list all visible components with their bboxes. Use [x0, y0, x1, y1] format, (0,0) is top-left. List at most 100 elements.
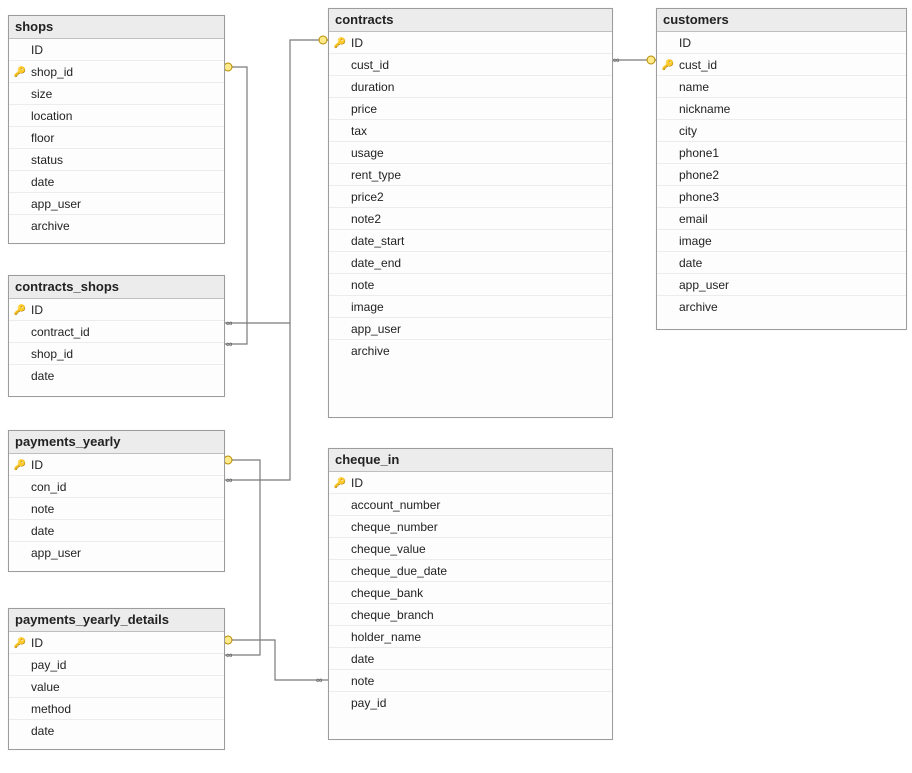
table-column[interactable]: 🔑ID	[9, 454, 224, 476]
table-column[interactable]: price	[329, 98, 612, 120]
table-column[interactable]: app_user	[329, 318, 612, 340]
table-column[interactable]: name	[657, 76, 906, 98]
column-name: ID	[31, 43, 224, 57]
table-contracts_shops[interactable]: contracts_shops🔑ID contract_id shop_iddate	[8, 275, 225, 397]
table-column[interactable]: cheque_due_date	[329, 560, 612, 582]
column-name: app_user	[351, 322, 612, 336]
table-column[interactable]: date	[9, 171, 224, 193]
column-name: cust_id	[679, 58, 906, 72]
table-column[interactable]: shop_id	[9, 343, 224, 365]
table-column[interactable]: note	[329, 274, 612, 296]
table-column[interactable]: image	[329, 296, 612, 318]
key-icon: 🔑	[334, 478, 346, 489]
table-header[interactable]: payments_yearly_details	[9, 609, 224, 632]
primary-key-icon: 🔑	[329, 37, 351, 49]
table-column[interactable]: pay_id	[9, 654, 224, 676]
table-payments_yearly[interactable]: payments_yearly🔑IDcon_idnote date app_user	[8, 430, 225, 572]
column-name: pay_id	[351, 696, 612, 710]
table-column[interactable]: method	[9, 698, 224, 720]
table-column[interactable]: date	[9, 365, 224, 386]
table-column[interactable]: date_end	[329, 252, 612, 274]
table-column[interactable]: 🔑cust_id	[657, 54, 906, 76]
table-column[interactable]: app_user	[9, 542, 224, 563]
table-column[interactable]: date_start	[329, 230, 612, 252]
table-column[interactable]: size	[9, 83, 224, 105]
table-column[interactable]: email	[657, 208, 906, 230]
column-name: price2	[351, 190, 612, 204]
table-column[interactable]: value	[9, 676, 224, 698]
svg-text:∞: ∞	[613, 55, 619, 65]
table-header[interactable]: shops	[9, 16, 224, 39]
table-contracts[interactable]: contracts 🔑 ID cust_iddurationpricetaxusage…	[328, 8, 613, 418]
table-column[interactable]: con_id	[9, 476, 224, 498]
table-column[interactable]: phone1	[657, 142, 906, 164]
table-column[interactable]: contract_id	[9, 321, 224, 343]
table-column[interactable]: holder_name	[329, 626, 612, 648]
svg-text:∞: ∞	[316, 675, 322, 685]
table-header[interactable]: cheque_in	[329, 449, 612, 472]
table-column[interactable]: cheque_branch	[329, 604, 612, 626]
table-column[interactable]: 🔑 ID	[329, 32, 612, 54]
table-column[interactable]: 🔑ID	[9, 632, 224, 654]
table-columns: 🔑ID contract_id shop_iddate	[9, 299, 224, 386]
table-column[interactable]: cheque_value	[329, 538, 612, 560]
table-column[interactable]: cust_id	[329, 54, 612, 76]
table-column[interactable]: cheque_bank	[329, 582, 612, 604]
table-column[interactable]: date	[329, 648, 612, 670]
column-name: ID	[31, 303, 224, 317]
table-columns: 🔑IDaccount_numbercheque_number cheque_val…	[329, 472, 612, 713]
table-column[interactable]: app_user	[9, 193, 224, 215]
table-column[interactable]: date	[9, 720, 224, 741]
table-column[interactable]: phone2	[657, 164, 906, 186]
table-shops[interactable]: shops ID 🔑shop_idsizelocationfloorstatusda…	[8, 15, 225, 244]
table-column[interactable]: archive	[657, 296, 906, 317]
column-name: phone3	[679, 190, 906, 204]
table-column[interactable]: 🔑shop_id	[9, 61, 224, 83]
table-header[interactable]: customers	[657, 9, 906, 32]
table-column[interactable]: location	[9, 105, 224, 127]
table-column[interactable]: floor	[9, 127, 224, 149]
column-name: date	[31, 524, 224, 538]
primary-key-icon: 🔑	[657, 59, 679, 71]
table-column[interactable]: archive	[9, 215, 224, 236]
table-cheque_in[interactable]: cheque_in🔑IDaccount_numbercheque_numberc…	[328, 448, 613, 740]
table-column[interactable]: city	[657, 120, 906, 142]
table-column[interactable]: tax	[329, 120, 612, 142]
table-column[interactable]: nickname	[657, 98, 906, 120]
table-column[interactable]: date	[9, 520, 224, 542]
table-column[interactable]: pay_id	[329, 692, 612, 713]
table-column[interactable]: rent_type	[329, 164, 612, 186]
table-header[interactable]: contracts	[329, 9, 612, 32]
table-column[interactable]: note	[329, 670, 612, 692]
table-column[interactable]: date	[657, 252, 906, 274]
table-column[interactable]: note2	[329, 208, 612, 230]
table-column[interactable]: usage	[329, 142, 612, 164]
table-column[interactable]: note	[9, 498, 224, 520]
column-name: rent_type	[351, 168, 612, 182]
table-column[interactable]: status	[9, 149, 224, 171]
column-name: cheque_due_date	[351, 564, 612, 578]
table-header[interactable]: contracts_shops	[9, 276, 224, 299]
column-name: contract_id	[31, 325, 224, 339]
table-column[interactable]: app_user	[657, 274, 906, 296]
table-header[interactable]: payments_yearly	[9, 431, 224, 454]
table-column[interactable]: cheque_number	[329, 516, 612, 538]
table-column[interactable]: 🔑ID	[9, 299, 224, 321]
table-customers[interactable]: customersID🔑cust_idnamenicknamecityphone…	[656, 8, 907, 330]
column-name: cheque_value	[351, 542, 612, 556]
column-name: date	[31, 724, 224, 738]
table-column[interactable]: ID	[657, 32, 906, 54]
column-name: ID	[351, 36, 612, 50]
table-column[interactable]: 🔑ID	[329, 472, 612, 494]
table-column[interactable]: price2	[329, 186, 612, 208]
table-column[interactable]: image	[657, 230, 906, 252]
key-icon: 🔑	[334, 38, 346, 49]
column-name: ID	[679, 36, 906, 50]
table-column[interactable]: phone3	[657, 186, 906, 208]
table-column[interactable]: ID	[9, 39, 224, 61]
table-payments_yearly_details[interactable]: payments_yearly_details🔑IDpay_idvaluemet…	[8, 608, 225, 750]
table-column[interactable]: archive	[329, 340, 612, 361]
table-column[interactable]: duration	[329, 76, 612, 98]
column-name: nickname	[679, 102, 906, 116]
table-column[interactable]: account_number	[329, 494, 612, 516]
